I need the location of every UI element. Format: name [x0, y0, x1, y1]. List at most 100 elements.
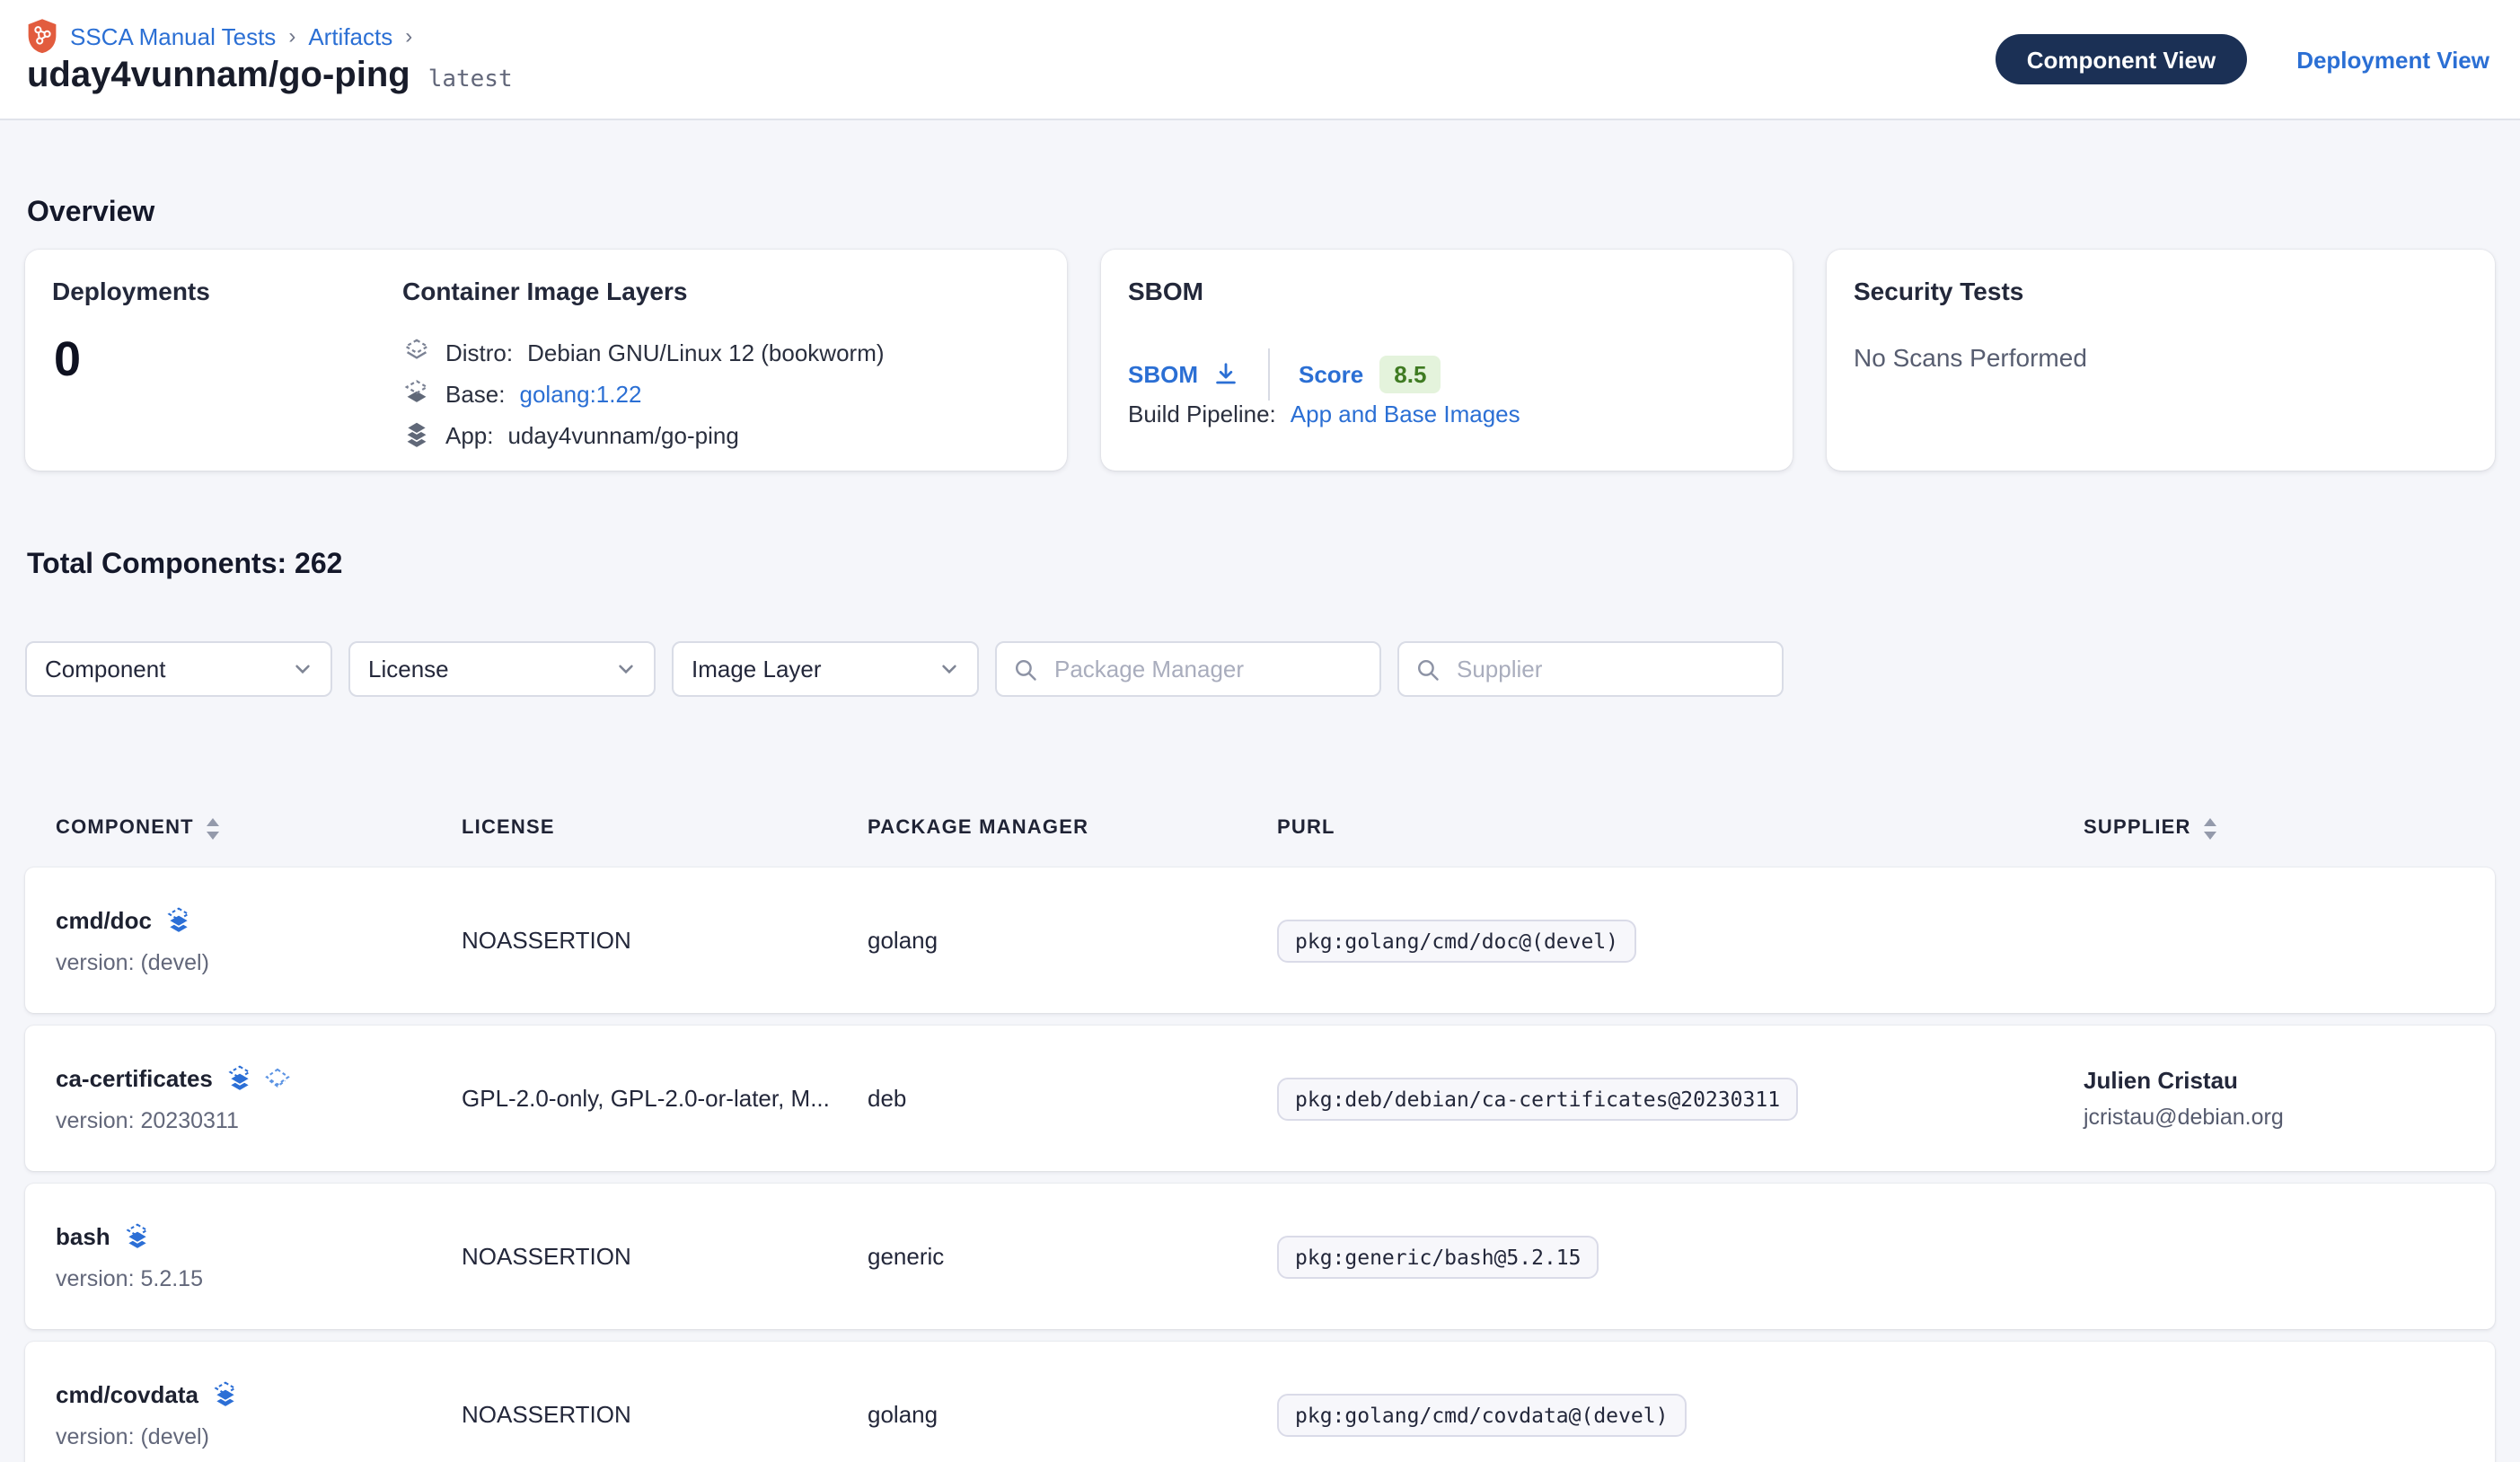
- layer-icons: [227, 1064, 292, 1091]
- distro-layer-icon: [402, 338, 431, 366]
- column-header-purl: PURL: [1277, 812, 2084, 844]
- table-row[interactable]: bash version: 5.2.15 NOASSERTION generic…: [25, 1184, 2495, 1329]
- supplier-email: jcristau@debian.org: [2084, 1105, 2464, 1130]
- component-version: version: 20230311: [56, 1107, 462, 1132]
- chevron-down-icon: [939, 659, 959, 679]
- filter-dropdown-image-layer[interactable]: Image Layer: [672, 641, 979, 697]
- distro-layer-row: Distro: Debian GNU/Linux 12 (bookworm): [402, 338, 885, 366]
- column-header-component[interactable]: COMPONENT: [56, 812, 462, 844]
- breadcrumb-link-project[interactable]: SSCA Manual Tests: [70, 22, 276, 49]
- sbom-card-title: SBOM: [1128, 277, 1203, 305]
- filter-dropdown-component[interactable]: Component: [25, 641, 332, 697]
- deployment-view-link[interactable]: Deployment View: [2296, 46, 2489, 73]
- component-name: bash: [56, 1222, 110, 1249]
- license-cell: NOASSERTION: [462, 927, 868, 954]
- app-layer-row: App: uday4vunnam/go-ping: [402, 420, 885, 449]
- purl-chip[interactable]: pkg:generic/bash@5.2.15: [1277, 1235, 1599, 1278]
- view-toggle: Component View Deployment View: [1996, 0, 2489, 119]
- breadcrumb-separator: ›: [405, 23, 412, 48]
- purl-cell: pkg:golang/cmd/doc@(devel): [1277, 919, 2084, 962]
- package-manager-cell: generic: [868, 1243, 1277, 1270]
- search-icon: [1415, 656, 1441, 682]
- column-header-license: LICENSE: [462, 812, 868, 844]
- security-tests-title: Security Tests: [1854, 277, 2023, 305]
- purl-chip[interactable]: pkg:deb/debian/ca-certificates@20230311: [1277, 1077, 1798, 1120]
- app-label: App:: [445, 421, 494, 448]
- supplier-cell: Julien Cristau jcristau@debian.org: [2084, 1067, 2464, 1130]
- base-image-link[interactable]: golang:1.22: [520, 380, 642, 407]
- sbom-score-badge: 8.5: [1379, 356, 1441, 393]
- table-header: COMPONENT LICENSE PACKAGE MANAGER PURL S…: [25, 812, 2495, 844]
- license-cell: NOASSERTION: [462, 1401, 868, 1428]
- search-icon: [1013, 656, 1038, 682]
- breadcrumb: SSCA Manual Tests › Artifacts ›: [27, 18, 412, 54]
- purl-chip[interactable]: pkg:golang/cmd/covdata@(devel): [1277, 1393, 1686, 1436]
- breadcrumb-link-artifacts[interactable]: Artifacts: [308, 22, 392, 49]
- total-components-heading: Total Components: 262: [27, 550, 342, 582]
- component-name: ca-certificates: [56, 1064, 213, 1091]
- sbom-actions-row: SBOM Score 8.5: [1128, 348, 1441, 401]
- component-cell: ca-certificates version: 20230311: [56, 1064, 462, 1132]
- column-header-supplier[interactable]: SUPPLIER: [2084, 812, 2464, 844]
- build-pipeline-label: Build Pipeline:: [1128, 401, 1276, 427]
- ssca-artifact-page: SSCA Manual Tests › Artifacts › uday4vun…: [0, 0, 2520, 1462]
- license-cell: GPL-2.0-only, GPL-2.0-or-later, M...: [462, 1085, 868, 1112]
- table-row[interactable]: cmd/doc version: (devel) NOASSERTION gol…: [25, 868, 2495, 1013]
- page-title: uday4vunnam/go-ping: [27, 56, 410, 97]
- security-tests-status: No Scans Performed: [1854, 343, 2087, 372]
- purl-cell: pkg:deb/debian/ca-certificates@20230311: [1277, 1077, 2084, 1120]
- build-pipeline-link[interactable]: App and Base Images: [1291, 401, 1520, 427]
- download-icon[interactable]: [1212, 361, 1239, 388]
- distro-value: Debian GNU/Linux 12 (bookworm): [527, 339, 884, 366]
- component-name: cmd/covdata: [56, 1380, 198, 1407]
- purl-cell: pkg:generic/bash@5.2.15: [1277, 1235, 2084, 1278]
- page-header: SSCA Manual Tests › Artifacts › uday4vun…: [0, 0, 2520, 120]
- app-layer-icon: [213, 1380, 240, 1407]
- search-input-package-manager[interactable]: [1051, 654, 1363, 684]
- base-layer-icon: [402, 379, 431, 408]
- component-cell: bash version: 5.2.15: [56, 1222, 462, 1290]
- divider: [1268, 348, 1270, 401]
- table-row[interactable]: ca-certificates version: 20230311 GPL-2.…: [25, 1026, 2495, 1171]
- component-name: cmd/doc: [56, 906, 152, 933]
- table-row[interactable]: cmd/covdata version: (devel) NOASSERTION…: [25, 1342, 2495, 1462]
- component-view-button[interactable]: Component View: [1996, 34, 2246, 84]
- component-version: version: (devel): [56, 949, 462, 974]
- sort-icon[interactable]: [205, 816, 221, 840]
- layer-icons: [213, 1380, 240, 1407]
- component-version: version: (devel): [56, 1423, 462, 1449]
- component-cell: cmd/doc version: (devel): [56, 906, 462, 974]
- sort-icon[interactable]: [2202, 816, 2218, 840]
- purl-chip[interactable]: pkg:golang/cmd/doc@(devel): [1277, 919, 1636, 962]
- app-layer-icon: [402, 420, 431, 449]
- deployments-layers-card: Deployments 0 Container Image Layers Dis…: [25, 250, 1067, 471]
- supplier-name: Julien Cristau: [2084, 1067, 2464, 1094]
- layer-icons: [125, 1222, 152, 1249]
- base-label: Base:: [445, 380, 506, 407]
- title-row: uday4vunnam/go-ping latest: [27, 56, 513, 97]
- base-layer-icon: [265, 1064, 292, 1091]
- package-manager-cell: golang: [868, 927, 1277, 954]
- chevron-down-icon: [616, 659, 636, 679]
- package-manager-cell: deb: [868, 1085, 1277, 1112]
- purl-cell: pkg:golang/cmd/covdata@(devel): [1277, 1393, 2084, 1436]
- sbom-download-link[interactable]: SBOM: [1128, 361, 1198, 388]
- sbom-score-link[interactable]: Score: [1299, 361, 1363, 388]
- sbom-card: SBOM SBOM Score 8.5 Build Pipeline: App …: [1101, 250, 1793, 471]
- deployments-label: Deployments: [52, 277, 210, 305]
- component-cell: cmd/covdata version: (devel): [56, 1380, 462, 1449]
- ssca-logo-icon: [27, 18, 57, 54]
- layer-icons: [166, 906, 193, 933]
- image-layers-list: Distro: Debian GNU/Linux 12 (bookworm) B…: [402, 338, 885, 449]
- image-layers-title: Container Image Layers: [402, 277, 687, 305]
- overview-cards: Deployments 0 Container Image Layers Dis…: [25, 250, 2495, 471]
- filter-bar: Component License Image Layer: [25, 641, 1784, 697]
- security-tests-card: Security Tests No Scans Performed: [1827, 250, 2495, 471]
- filter-dropdown-license[interactable]: License: [348, 641, 656, 697]
- chevron-down-icon: [293, 659, 313, 679]
- deployments-count: 0: [54, 332, 81, 388]
- base-layer-row: Base: golang:1.22: [402, 379, 885, 408]
- column-header-package-manager: PACKAGE MANAGER: [868, 812, 1277, 844]
- search-input-supplier[interactable]: [1453, 654, 1766, 684]
- search-box-package-manager: [995, 641, 1381, 697]
